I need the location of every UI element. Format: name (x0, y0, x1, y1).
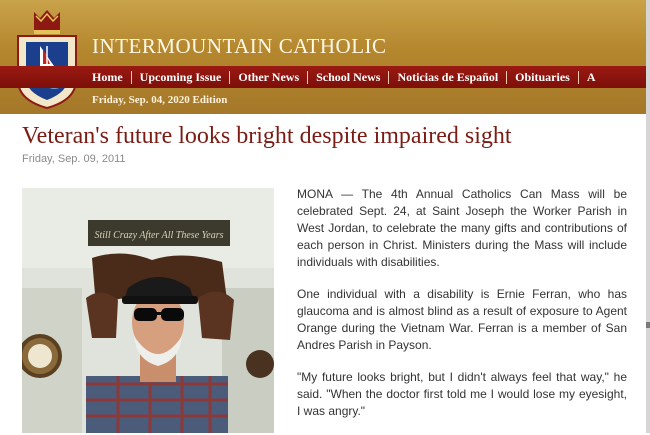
edition-date: Friday, Sep. 04, 2020 Edition (92, 94, 228, 106)
article-paragraph: MONA — The 4th Annual Catholics Can Mass… (297, 187, 627, 269)
nav-truncated-item[interactable]: A (579, 70, 604, 85)
site-header: INTERMOUNTAIN CATHOLIC Home Upcoming Iss… (0, 0, 650, 114)
nav-upcoming-issue[interactable]: Upcoming Issue (132, 70, 230, 85)
nav-home[interactable]: Home (84, 70, 131, 85)
nav-other-news[interactable]: Other News (230, 70, 307, 85)
nav-obituaries[interactable]: Obituaries (507, 70, 578, 85)
nav-school-news[interactable]: School News (308, 70, 388, 85)
main-nav: Home Upcoming Issue Other News School Ne… (0, 66, 650, 88)
article-paragraph: One individual with a disability is Erni… (297, 287, 627, 352)
article-title: Veteran's future looks bright despite im… (22, 123, 512, 149)
scrollbar-thumb[interactable] (646, 322, 650, 328)
diocese-crest-logo[interactable] (10, 6, 84, 110)
article-date: Friday, Sep. 09, 2011 (22, 153, 126, 165)
photo-sign-text: Still Crazy After All These Years (95, 230, 224, 241)
nav-noticias[interactable]: Noticias de Español (389, 70, 506, 85)
article-photo: Still Crazy After All These Years (22, 188, 274, 433)
site-title[interactable]: INTERMOUNTAIN CATHOLIC (92, 34, 387, 59)
article-paragraph: "My future looks bright, but I didn't al… (297, 370, 627, 418)
article-body: MONA — The 4th Annual Catholics Can Mass… (297, 186, 627, 435)
page-scrollbar[interactable] (646, 0, 650, 433)
